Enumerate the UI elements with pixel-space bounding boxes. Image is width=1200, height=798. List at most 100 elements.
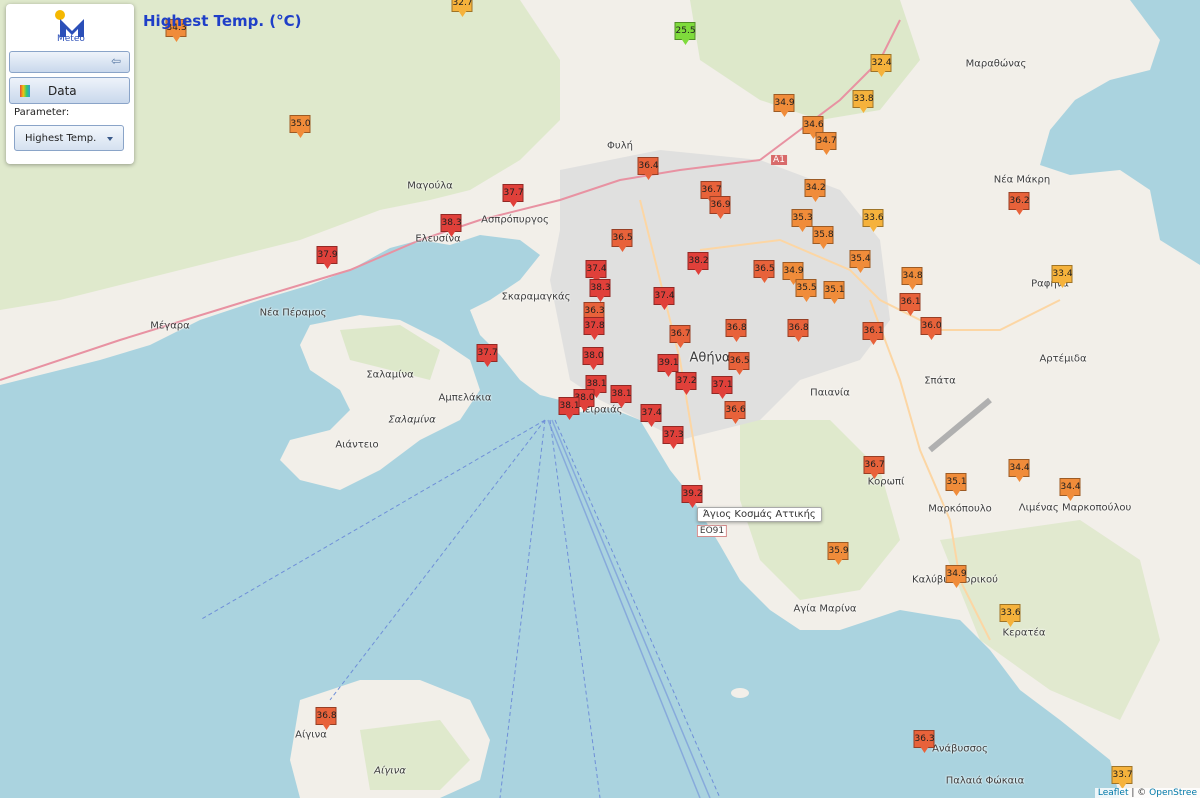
road-shield-eo91: ΕΟ91	[696, 525, 728, 537]
back-button[interactable]: ⇦	[9, 51, 130, 73]
station-marker[interactable]: 36.0	[920, 317, 942, 340]
station-tooltip: Άγιος Κοσμάς Αττικής	[697, 507, 822, 522]
station-marker[interactable]: 34.9	[782, 262, 804, 285]
station-marker[interactable]: 36.5	[753, 260, 775, 283]
map-canvas[interactable]: Μαραθώνας Φυλή Μαγούλα Ασπρόπυργος Ελευσ…	[0, 0, 1200, 798]
station-marker[interactable]: 39.2	[681, 485, 703, 508]
place-label-magoula: Μαγούλα	[407, 180, 453, 192]
place-label-nea-peramos: Νέα Πέραμος	[259, 307, 327, 319]
station-marker[interactable]: 39.1	[657, 354, 679, 377]
station-marker[interactable]: 34.7	[815, 132, 837, 155]
station-marker[interactable]: 35.1	[945, 473, 967, 496]
parameter-select-value: Highest Temp.	[25, 133, 97, 144]
station-marker[interactable]: 36.7	[863, 456, 885, 479]
parameter-label: Parameter:	[14, 107, 70, 118]
station-marker[interactable]: 36.1	[862, 322, 884, 345]
station-marker[interactable]: 34.4	[1008, 459, 1030, 482]
station-marker[interactable]: 37.9	[316, 246, 338, 269]
place-label-fyli: Φυλή	[607, 140, 633, 152]
station-marker[interactable]: 35.4	[849, 250, 871, 273]
station-marker[interactable]: 37.1	[711, 376, 733, 399]
place-label-marathonas: Μαραθώνας	[965, 58, 1027, 70]
station-marker[interactable]: 35.3	[791, 209, 813, 232]
station-marker[interactable]: 33.7	[1111, 766, 1133, 789]
station-marker[interactable]: 37.7	[502, 184, 524, 207]
station-marker[interactable]: 35.1	[823, 281, 845, 304]
place-label-keratea: Κερατέα	[1002, 627, 1046, 639]
station-marker[interactable]: 33.6	[999, 604, 1021, 627]
place-label-aigina-island: Αίγινα	[374, 765, 406, 777]
place-label-athina: Αθήνα	[689, 350, 731, 366]
place-label-skaramagkas: Σκαραμαγκάς	[501, 291, 571, 303]
station-marker[interactable]: 36.8	[315, 707, 337, 730]
station-marker[interactable]: 37.4	[585, 260, 607, 283]
station-marker[interactable]: 25.5	[674, 22, 696, 45]
chevron-down-icon	[107, 137, 113, 141]
station-marker[interactable]: 32.4	[870, 54, 892, 77]
station-marker[interactable]: 36.5	[728, 352, 750, 375]
road-shield-a1: Α1	[771, 155, 787, 165]
arrow-left-icon: ⇦	[110, 54, 121, 68]
place-label-aianteio: Αιάντειο	[335, 439, 379, 451]
station-marker[interactable]: 38.2	[687, 252, 709, 275]
station-marker[interactable]: 36.5	[611, 229, 633, 252]
station-marker[interactable]: 38.3	[440, 214, 462, 237]
station-marker[interactable]: 36.8	[725, 319, 747, 342]
place-label-aspropyrgos: Ασπρόπυργος	[481, 214, 549, 226]
logo-text: Meteo	[57, 34, 85, 44]
station-marker[interactable]: 36.1	[899, 293, 921, 316]
data-button-label: Data	[48, 84, 77, 98]
place-label-aigina-town: Αίγινα	[295, 729, 327, 741]
station-marker[interactable]: 36.9	[709, 196, 731, 219]
station-marker[interactable]: 36.6	[724, 401, 746, 424]
station-marker[interactable]: 34.2	[804, 179, 826, 202]
station-marker[interactable]: 33.8	[852, 90, 874, 113]
place-label-markopoulo: Μαρκόπουλο	[928, 503, 992, 515]
place-label-spata: Σπάτα	[924, 375, 956, 387]
station-marker[interactable]: 34.4	[1059, 478, 1081, 501]
station-marker[interactable]: 37.4	[653, 287, 675, 310]
place-label-ampelakia: Αμπελάκια	[438, 392, 492, 404]
station-marker[interactable]: 35.8	[812, 226, 834, 249]
parameter-select[interactable]: Highest Temp.	[14, 125, 124, 151]
station-marker[interactable]: 37.3	[662, 426, 684, 449]
station-marker[interactable]: 36.2	[1008, 192, 1030, 215]
place-label-salamina-town: Σαλαμίνα	[366, 369, 414, 381]
place-label-megara: Μέγαρα	[150, 320, 190, 332]
place-label-nea-makri: Νέα Μάκρη	[993, 174, 1051, 186]
station-marker[interactable]: 34.8	[901, 267, 923, 290]
station-marker[interactable]: 35.5	[795, 279, 817, 302]
station-marker[interactable]: 36.3	[913, 730, 935, 753]
station-marker[interactable]: 38.0	[582, 347, 604, 370]
station-marker[interactable]: 38.1	[610, 385, 632, 408]
station-marker[interactable]: 34.9	[945, 565, 967, 588]
station-marker[interactable]: 36.7	[669, 325, 691, 348]
leaflet-link[interactable]: Leaflet	[1098, 788, 1129, 798]
station-marker[interactable]: 33.6	[862, 209, 884, 232]
place-label-agia-marina: Αγία Μαρίνα	[793, 603, 857, 615]
place-label-palaia-fokaia: Παλαιά Φώκαια	[945, 775, 1025, 787]
palette-icon	[20, 85, 30, 97]
station-marker[interactable]: 35.0	[289, 115, 311, 138]
station-marker[interactable]: 37.8	[583, 317, 605, 340]
station-marker[interactable]: 37.2	[675, 372, 697, 395]
osm-link[interactable]: OpenStree	[1149, 788, 1197, 798]
station-marker[interactable]: 36.8	[787, 319, 809, 342]
control-panel: Meteo ⇦ Data Parameter: Highest Temp.	[6, 4, 134, 164]
station-marker[interactable]: 33.4	[1051, 265, 1073, 288]
station-marker[interactable]: 35.9	[827, 542, 849, 565]
place-label-artemida: Αρτέμιδα	[1039, 353, 1087, 365]
station-marker[interactable]: 38.1	[558, 397, 580, 420]
data-button[interactable]: Data	[9, 77, 130, 104]
station-marker[interactable]: 38.3	[589, 279, 611, 302]
station-marker[interactable]: 37.4	[640, 404, 662, 427]
place-label-paiania: Παιανία	[810, 387, 850, 399]
station-marker[interactable]: 36.4	[637, 157, 659, 180]
station-marker[interactable]: 37.7	[476, 344, 498, 367]
map-title: Highest Temp. (°C)	[143, 12, 302, 30]
station-marker[interactable]: 32.7	[451, 0, 473, 17]
map-base-layer	[0, 0, 1200, 798]
station-marker[interactable]: 34.9	[773, 94, 795, 117]
map-attribution: Leaflet | © OpenStree	[1094, 788, 1200, 798]
attribution-separator: | ©	[1128, 788, 1150, 798]
